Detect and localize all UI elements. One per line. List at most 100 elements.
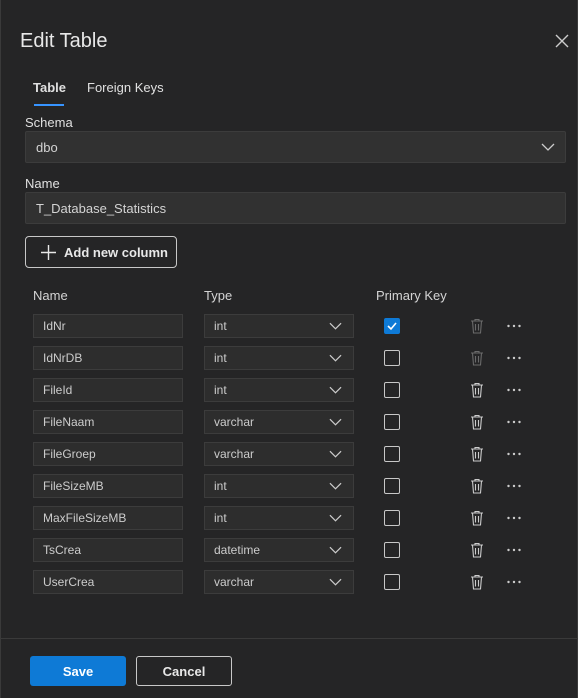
column-name-value: UserCrea <box>43 575 95 589</box>
column-type-select[interactable]: varchar <box>204 442 354 466</box>
table-row: FileNaam varchar <box>1 410 578 436</box>
more-options-icon[interactable] <box>506 414 522 430</box>
save-button[interactable]: Save <box>30 656 126 686</box>
column-name-input[interactable]: FileGroep <box>33 442 183 466</box>
column-type-select[interactable]: varchar <box>204 570 354 594</box>
primary-key-checkbox[interactable] <box>384 510 400 526</box>
column-header-type: Type <box>204 288 233 303</box>
column-type-select[interactable]: int <box>204 378 354 402</box>
trash-icon[interactable] <box>470 478 484 494</box>
chevron-down-icon <box>329 450 342 458</box>
trash-icon[interactable] <box>470 414 484 430</box>
column-type-select[interactable]: varchar <box>204 410 354 434</box>
table-row: IdNrDB int <box>1 346 578 372</box>
cancel-button[interactable]: Cancel <box>136 656 232 686</box>
primary-key-checkbox[interactable] <box>384 318 400 334</box>
column-name-input[interactable]: FileId <box>33 378 183 402</box>
chevron-down-icon <box>329 418 342 426</box>
column-type-select[interactable]: int <box>204 314 354 338</box>
add-new-column-label: Add new column <box>64 244 168 260</box>
column-type-select[interactable]: datetime <box>204 538 354 562</box>
add-new-column-button[interactable]: Add new column <box>25 236 177 268</box>
chevron-down-icon <box>329 482 342 490</box>
column-type-value: varchar <box>214 447 255 461</box>
more-options-icon[interactable] <box>506 446 522 462</box>
column-name-value: IdNr <box>43 319 66 333</box>
chevron-down-icon <box>541 143 555 151</box>
column-name-value: FileNaam <box>43 415 95 429</box>
column-name-value: TsCrea <box>43 543 82 557</box>
column-name-input[interactable]: FileNaam <box>33 410 183 434</box>
close-icon[interactable] <box>553 32 571 50</box>
table-row: TsCrea datetime <box>1 538 578 564</box>
column-type-value: int <box>214 319 227 333</box>
trash-icon[interactable] <box>470 350 484 366</box>
trash-icon[interactable] <box>470 382 484 398</box>
table-row: FileSizeMB int <box>1 474 578 500</box>
column-type-value: int <box>214 511 227 525</box>
more-options-icon[interactable] <box>506 382 522 398</box>
trash-icon[interactable] <box>470 542 484 558</box>
column-name-value: MaxFileSizeMB <box>43 511 127 525</box>
column-name-input[interactable]: UserCrea <box>33 570 183 594</box>
column-type-value: int <box>214 479 227 493</box>
column-type-select[interactable]: int <box>204 474 354 498</box>
checkmark-icon <box>387 322 397 331</box>
primary-key-checkbox[interactable] <box>384 574 400 590</box>
trash-icon[interactable] <box>470 510 484 526</box>
column-type-value: varchar <box>214 575 255 589</box>
schema-select[interactable]: dbo <box>25 131 566 163</box>
primary-key-checkbox[interactable] <box>384 446 400 462</box>
more-options-icon[interactable] <box>506 542 522 558</box>
column-header-name: Name <box>33 288 68 303</box>
trash-icon[interactable] <box>470 318 484 334</box>
tab-foreign-keys[interactable]: Foreign Keys <box>87 80 164 95</box>
more-options-icon[interactable] <box>506 478 522 494</box>
table-row: IdNr int <box>1 314 578 340</box>
schema-value: dbo <box>36 139 58 155</box>
column-type-select[interactable]: int <box>204 506 354 530</box>
table-row: UserCrea varchar <box>1 570 578 596</box>
more-options-icon[interactable] <box>506 318 522 334</box>
column-type-value: int <box>214 383 227 397</box>
table-name-value: T_Database_Statistics <box>36 200 167 216</box>
tab-table[interactable]: Table <box>33 80 66 95</box>
trash-icon[interactable] <box>470 574 484 590</box>
more-options-icon[interactable] <box>506 350 522 366</box>
table-name-input[interactable]: T_Database_Statistics <box>25 192 566 224</box>
column-name-value: IdNrDB <box>43 351 83 365</box>
column-header-primary-key: Primary Key <box>376 288 447 303</box>
primary-key-checkbox[interactable] <box>384 350 400 366</box>
more-options-icon[interactable] <box>506 510 522 526</box>
column-type-value: int <box>214 351 227 365</box>
chevron-down-icon <box>329 322 342 330</box>
column-type-value: datetime <box>214 543 261 557</box>
chevron-down-icon <box>329 578 342 586</box>
chevron-down-icon <box>329 354 342 362</box>
chevron-down-icon <box>329 546 342 554</box>
edit-table-dialog: Edit Table Table Foreign Keys Schema dbo… <box>0 0 578 698</box>
table-row: FileId int <box>1 378 578 404</box>
plus-icon <box>41 244 56 260</box>
column-type-value: varchar <box>214 415 255 429</box>
column-name-value: FileId <box>43 383 73 397</box>
primary-key-checkbox[interactable] <box>384 542 400 558</box>
chevron-down-icon <box>329 514 342 522</box>
trash-icon[interactable] <box>470 446 484 462</box>
primary-key-checkbox[interactable] <box>384 478 400 494</box>
column-type-select[interactable]: int <box>204 346 354 370</box>
primary-key-checkbox[interactable] <box>384 382 400 398</box>
primary-key-checkbox[interactable] <box>384 414 400 430</box>
column-name-input[interactable]: TsCrea <box>33 538 183 562</box>
column-name-input[interactable]: MaxFileSizeMB <box>33 506 183 530</box>
table-row: FileGroep varchar <box>1 442 578 468</box>
chevron-down-icon <box>329 386 342 394</box>
column-name-input[interactable]: FileSizeMB <box>33 474 183 498</box>
table-row: MaxFileSizeMB int <box>1 506 578 532</box>
column-name-value: FileSizeMB <box>43 479 104 493</box>
column-name-input[interactable]: IdNrDB <box>33 346 183 370</box>
more-options-icon[interactable] <box>506 574 522 590</box>
column-name-value: FileGroep <box>43 447 96 461</box>
dialog-title: Edit Table <box>20 30 108 52</box>
column-name-input[interactable]: IdNr <box>33 314 183 338</box>
